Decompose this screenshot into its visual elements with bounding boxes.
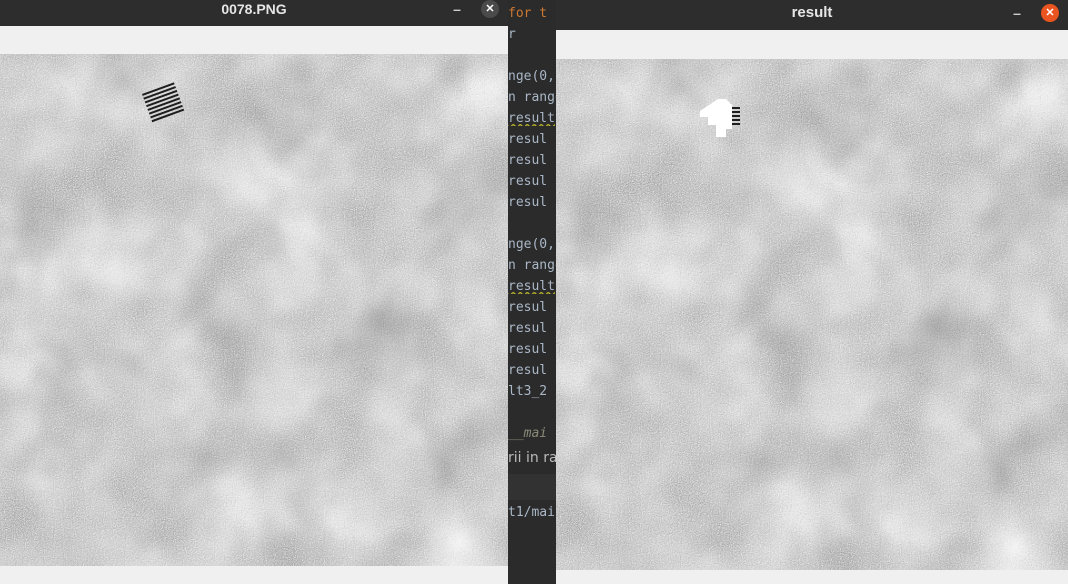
window-titlebar[interactable]: result – ✕ [556, 0, 1068, 30]
window-toolbar [556, 30, 1068, 59]
code-line: lt3_2 [508, 384, 548, 399]
window-titlebar[interactable]: 0078.PNG – ✕ [0, 0, 508, 26]
window-title: 0078.PNG [221, 1, 287, 17]
code-line: t1/mai [508, 505, 555, 520]
code-line: n range [508, 90, 558, 105]
minimize-button[interactable]: – [450, 0, 464, 20]
window-toolbar [0, 26, 508, 54]
code-line: r [508, 27, 516, 42]
noise-image-canvas [556, 59, 1068, 570]
code-line: nge(0, [508, 237, 555, 252]
defect-stripe [732, 107, 740, 109]
close-button[interactable]: ✕ [481, 0, 499, 18]
window-title: result [791, 4, 833, 21]
defect-stripe [732, 119, 740, 121]
editor-autocomplete-hint: rii in ra [508, 450, 558, 466]
image-window-original[interactable]: 0078.PNG – ✕ [0, 0, 508, 584]
close-button[interactable]: ✕ [1041, 4, 1059, 22]
noise-texture [556, 59, 1068, 570]
code-line: nge(0, [508, 69, 555, 84]
minimize-button[interactable]: – [1010, 4, 1024, 24]
code-line: n range [508, 258, 558, 273]
image-window-result[interactable]: result – ✕ [556, 0, 1068, 584]
code-line: resul [508, 174, 548, 189]
editor-selection-highlight [508, 474, 558, 500]
grayscale-noise-image [0, 54, 508, 566]
code-line: result [508, 279, 555, 294]
code-line: resul [508, 195, 548, 210]
code-line: resul [508, 300, 548, 315]
code-line: for t [508, 6, 548, 21]
noise-image-canvas [0, 54, 508, 566]
noise-texture [0, 54, 508, 566]
code-line: resul [508, 153, 548, 168]
defect-stripe [732, 111, 740, 113]
defect-stripe [732, 115, 740, 117]
grayscale-noise-image [556, 59, 1068, 570]
code-line: __mai [508, 426, 548, 441]
code-line: result [508, 111, 555, 126]
code-line: resul [508, 363, 548, 378]
code-editor-background: for t r nge(0, n range result resul resul r… [508, 0, 558, 584]
code-line: resul [508, 321, 548, 336]
code-line: resul [508, 342, 548, 357]
code-line: resul [508, 132, 548, 147]
defect-stripe [732, 123, 740, 125]
